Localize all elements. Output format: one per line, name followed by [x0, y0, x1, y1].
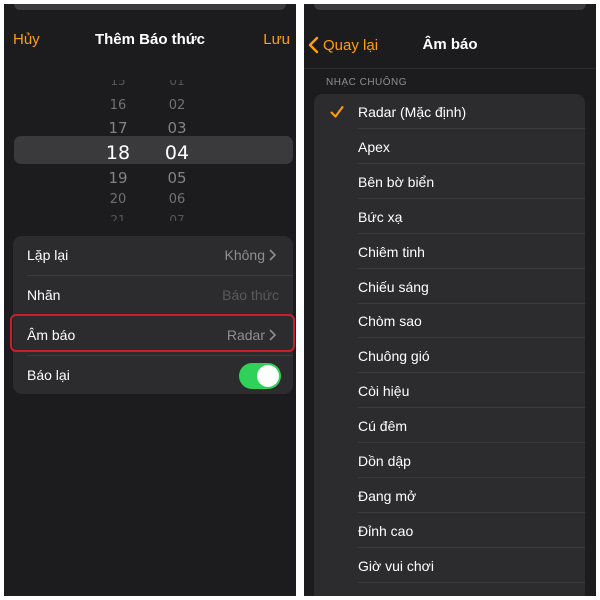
repeat-row[interactable]: Lặp lại Không — [13, 236, 293, 275]
hour-option[interactable]: 18 — [98, 142, 138, 164]
hour-option[interactable]: 16 — [98, 98, 138, 113]
picker-selection-band — [14, 136, 293, 164]
snooze-label: Báo lại — [27, 367, 70, 383]
ringtone-label: Đỉnh cao — [358, 522, 414, 539]
minute-option[interactable]: 05 — [157, 169, 197, 187]
ringtone-item[interactable]: Đỉnh cao — [314, 513, 585, 548]
minute-option[interactable]: 01 — [157, 80, 197, 88]
row-divider — [358, 581, 585, 583]
hour-option[interactable]: 15 — [98, 80, 138, 88]
label-label: Nhãn — [27, 287, 61, 303]
ringtone-label: Radar (Mặc định) — [358, 104, 467, 120]
snooze-row: Báo lại — [13, 356, 293, 395]
minute-option[interactable]: 03 — [157, 119, 197, 137]
ringtone-item[interactable]: Bên bờ biển — [314, 164, 585, 199]
sound-picker-screen: Quay lại Âm báo NHẠC CHUÔNG Radar (Mặc đ… — [304, 4, 596, 596]
chevron-left-icon — [308, 36, 319, 54]
ringtone-item[interactable]: Chiếu sáng — [314, 269, 585, 304]
toggle-knob — [257, 365, 279, 387]
hour-option[interactable]: 17 — [98, 119, 138, 137]
ringtone-item[interactable]: Cú đêm — [314, 408, 585, 444]
ringtone-item[interactable]: Chòm sao — [314, 303, 585, 339]
minute-option[interactable]: 02 — [157, 98, 197, 113]
label-field[interactable]: Báo thức — [222, 287, 279, 303]
sheet-top-edge — [314, 4, 586, 10]
hour-option[interactable]: 20 — [98, 192, 138, 207]
chevron-right-icon — [269, 249, 277, 261]
ringtone-label: Bên bờ biển — [358, 173, 435, 190]
ringtone-label: Dồn dập — [358, 453, 411, 469]
ringtone-item[interactable]: Đang mở — [314, 478, 585, 513]
ringtone-label: Bức xạ — [358, 208, 403, 225]
back-button[interactable]: Quay lại — [308, 34, 378, 56]
ringtone-item[interactable]: Chiêm tinh — [314, 234, 585, 269]
ringtone-label: Chòm sao — [358, 313, 422, 330]
ringtone-item[interactable]: Radar (Mặc định) — [314, 94, 585, 129]
label-row[interactable]: Nhãn Báo thức — [13, 276, 293, 315]
hour-option[interactable]: 21 — [98, 213, 138, 221]
time-picker[interactable]: 15 16 17 18 19 20 21 01 02 03 04 05 06 07 — [4, 78, 296, 221]
minute-option[interactable]: 04 — [157, 142, 197, 164]
header-divider — [304, 68, 596, 69]
page-title: Thêm Báo thức — [94, 31, 206, 48]
ringtone-label: Chiêm tinh — [358, 243, 425, 260]
ringtone-item[interactable]: Giờ vui chơi — [314, 548, 585, 583]
ringtone-label: Còi hiệu — [358, 383, 410, 400]
ringtone-item[interactable]: Apex — [314, 129, 585, 164]
repeat-label: Lặp lại — [27, 247, 69, 263]
snooze-toggle[interactable] — [239, 363, 281, 389]
ringtone-label: Cú đêm — [358, 418, 408, 435]
ringtone-item[interactable]: Chuông gió — [314, 338, 585, 374]
save-button[interactable]: Lưu — [263, 31, 290, 48]
cancel-button[interactable]: Hủy — [13, 31, 40, 48]
sound-row-highlight — [10, 314, 295, 352]
ringtone-label: Giờ vui chơi — [358, 557, 434, 574]
ringtone-label: Chiếu sáng — [358, 278, 429, 295]
section-header: NHẠC CHUÔNG — [326, 77, 408, 88]
ringtone-label: Đang mở — [358, 487, 417, 504]
minute-option[interactable]: 06 — [157, 192, 197, 207]
hour-option[interactable]: 19 — [98, 169, 138, 187]
add-alarm-screen: Hủy Thêm Báo thức Lưu 15 16 17 18 19 20 21 01 0… — [4, 4, 296, 596]
sheet-top-edge — [14, 4, 286, 10]
minute-option[interactable]: 07 — [157, 213, 197, 221]
checkmark-icon — [330, 106, 344, 118]
repeat-value: Không — [224, 247, 265, 263]
back-label: Quay lại — [323, 36, 379, 54]
ringtone-item[interactable]: Bức xạ — [314, 199, 585, 234]
ringtone-label: Chuông gió — [358, 348, 430, 365]
ringtone-item[interactable]: Dồn dập — [314, 443, 585, 478]
ringtone-list: Radar (Mặc định) Apex Bên bờ biển Bức xạ Chi… — [314, 94, 585, 596]
ringtone-item[interactable]: Còi hiệu — [314, 373, 585, 409]
ringtone-label: Apex — [358, 138, 390, 155]
alarm-settings-group: Lặp lại Không Nhãn Báo thức Âm báo Radar… — [10, 236, 295, 395]
